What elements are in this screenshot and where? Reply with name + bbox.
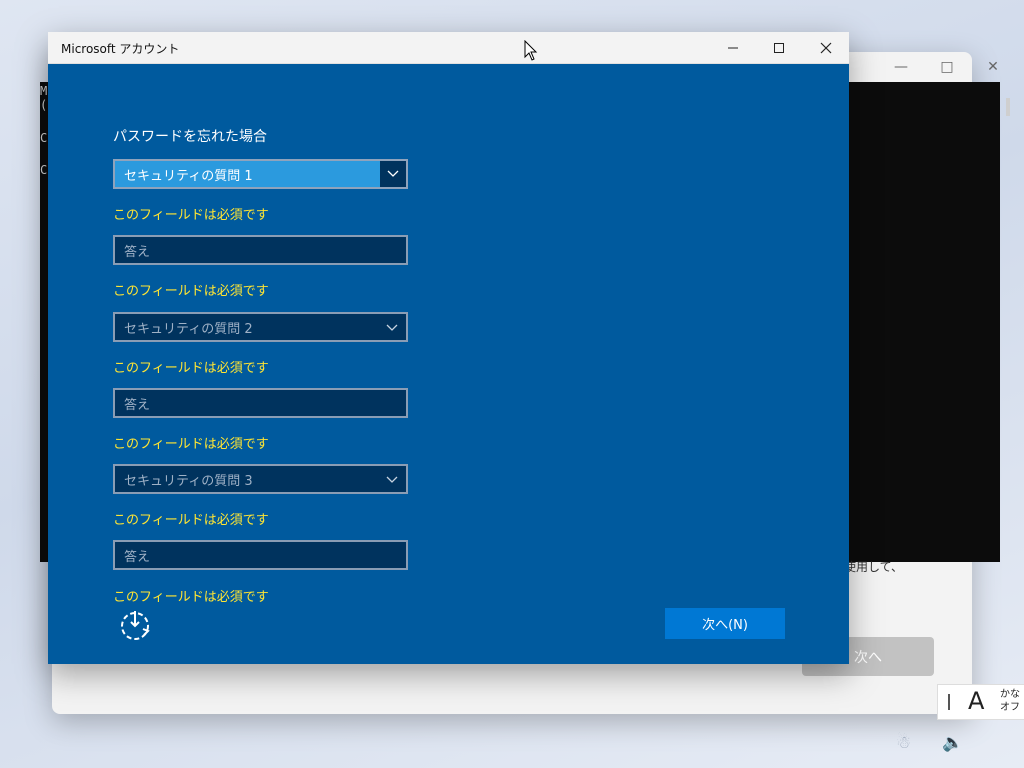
console-line: C — [40, 163, 48, 177]
minimize-icon[interactable] — [710, 32, 756, 64]
accessibility-icon[interactable]: ☃ — [896, 733, 911, 753]
answer-2-placeholder: 答え — [124, 397, 151, 413]
console-scrollbar[interactable] — [1006, 98, 1010, 116]
security-question-2-select[interactable]: セキュリティの質問 2 — [113, 312, 408, 342]
security-question-3-select[interactable]: セキュリティの質問 3 — [113, 464, 408, 494]
chevron-down-icon[interactable] — [386, 321, 398, 336]
update-icon[interactable] — [118, 607, 154, 643]
security-question-1-label: セキュリティの質問 1 — [124, 168, 253, 184]
next-button[interactable]: 次へ(N) — [665, 608, 785, 639]
required-message: このフィールドは必須です — [113, 208, 269, 223]
required-message: このフィールドは必須です — [113, 590, 269, 605]
bg-maximize-icon[interactable]: □ — [924, 56, 970, 78]
ime-off-label: オフ — [1000, 702, 1020, 713]
ime-separator — [948, 694, 950, 710]
console-line: ( — [40, 98, 48, 112]
page-heading: パスワードを忘れた場合 — [113, 129, 267, 145]
answer-3-placeholder: 答え — [124, 549, 151, 565]
maximize-icon[interactable] — [756, 32, 802, 64]
security-question-1-select[interactable]: セキュリティの質問 1 — [113, 159, 408, 189]
answer-2-input[interactable]: 答え — [113, 388, 408, 418]
volume-icon[interactable]: 🔈 — [942, 733, 963, 753]
answer-1-placeholder: 答え — [124, 244, 151, 260]
microsoft-account-dialog: Microsoft アカウント パスワードを忘れた場合 セキュリティの質問 1 … — [48, 32, 849, 664]
required-message: このフィールドは必須です — [113, 361, 269, 376]
required-message: このフィールドは必須です — [113, 437, 269, 452]
answer-1-input[interactable]: 答え — [113, 235, 408, 265]
security-question-2-label: セキュリティの質問 2 — [124, 321, 253, 337]
chevron-down-icon[interactable] — [386, 473, 398, 488]
dialog-titlebar: Microsoft アカウント — [48, 32, 849, 64]
chevron-down-icon[interactable] — [380, 161, 406, 187]
dialog-content: パスワードを忘れた場合 セキュリティの質問 1 このフィールドは必須です 答え … — [48, 64, 849, 664]
required-message: このフィールドは必須です — [113, 284, 269, 299]
ime-mode-indicator[interactable]: A — [968, 687, 984, 715]
required-message: このフィールドは必須です — [113, 513, 269, 528]
dialog-title: Microsoft アカウント — [61, 42, 180, 56]
answer-3-input[interactable]: 答え — [113, 540, 408, 570]
console-line: M — [40, 84, 48, 98]
security-question-3-label: セキュリティの質問 3 — [124, 473, 253, 489]
ime-kana-label: かな — [1000, 689, 1020, 700]
close-icon[interactable] — [803, 32, 849, 64]
ime-toolbar[interactable]: A かな オフ — [937, 684, 1024, 720]
mouse-cursor-icon — [524, 40, 538, 61]
console-line: C — [40, 131, 48, 145]
bg-close-icon[interactable]: ✕ — [970, 56, 1016, 78]
bg-minimize-icon[interactable]: — — [878, 56, 924, 78]
ime-kana-status[interactable]: かな オフ — [1000, 688, 1020, 714]
